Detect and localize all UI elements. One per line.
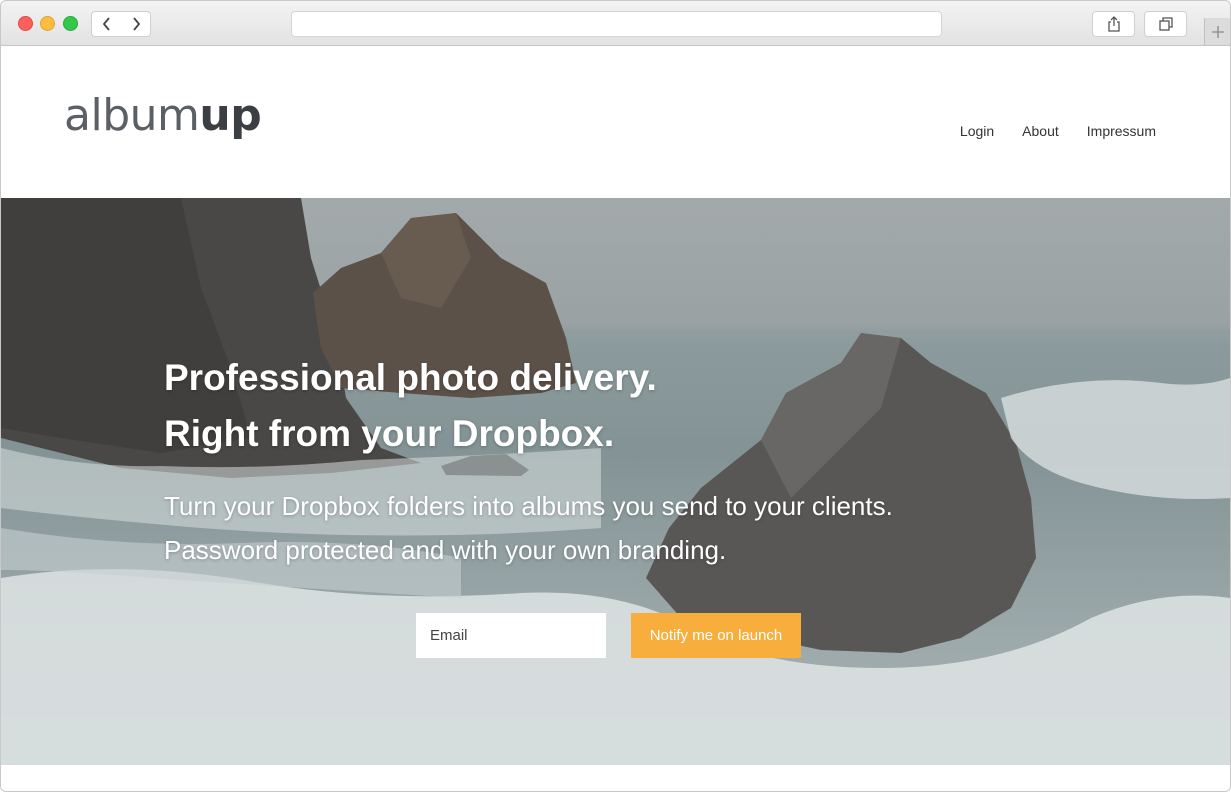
logo-bold-text: up <box>199 90 262 141</box>
hero-text-block: Professional photo delivery. Right from … <box>164 350 893 572</box>
notify-me-button[interactable]: Notify me on launch <box>631 613 801 658</box>
plus-icon <box>1212 25 1224 38</box>
hero-headline: Professional photo delivery. Right from … <box>164 350 893 462</box>
zoom-window-button[interactable] <box>63 16 78 31</box>
hero-headline-line-1: Professional photo delivery. <box>164 357 657 398</box>
email-input[interactable] <box>416 613 606 658</box>
hero-headline-line-2: Right from your Dropbox. <box>164 413 615 454</box>
hero-subline-line-1: Turn your Dropbox folders into albums yo… <box>164 491 893 521</box>
page-footer-area <box>1 765 1230 791</box>
chevron-left-icon <box>102 17 110 31</box>
browser-window: albumup Login About Impressum Profession… <box>0 0 1231 792</box>
nav-impressum-link[interactable]: Impressum <box>1087 123 1156 139</box>
nav-about-link[interactable]: About <box>1022 123 1059 139</box>
share-button[interactable] <box>1092 11 1135 37</box>
tabs-overview-button[interactable] <box>1144 11 1187 37</box>
back-button[interactable] <box>91 11 122 37</box>
tabs-overview-icon <box>1158 17 1173 31</box>
address-bar[interactable] <box>291 11 942 37</box>
hero-section: Professional photo delivery. Right from … <box>1 198 1230 765</box>
site-header: albumup Login About Impressum <box>1 46 1230 198</box>
minimize-window-button[interactable] <box>40 16 55 31</box>
hero-subline: Turn your Dropbox folders into albums yo… <box>164 484 893 572</box>
share-icon <box>1107 16 1120 32</box>
nav-login-link[interactable]: Login <box>960 123 994 139</box>
hero-subline-line-2: Password protected and with your own bra… <box>164 535 727 565</box>
chevron-right-icon <box>132 17 140 31</box>
new-tab-button[interactable] <box>1204 18 1230 45</box>
main-nav: Login About Impressum <box>960 123 1156 139</box>
albumup-logo[interactable]: albumup <box>64 90 262 141</box>
browser-toolbar <box>1 1 1230 46</box>
logo-light-text: album <box>64 90 200 141</box>
forward-button[interactable] <box>121 11 151 37</box>
close-window-button[interactable] <box>18 16 33 31</box>
